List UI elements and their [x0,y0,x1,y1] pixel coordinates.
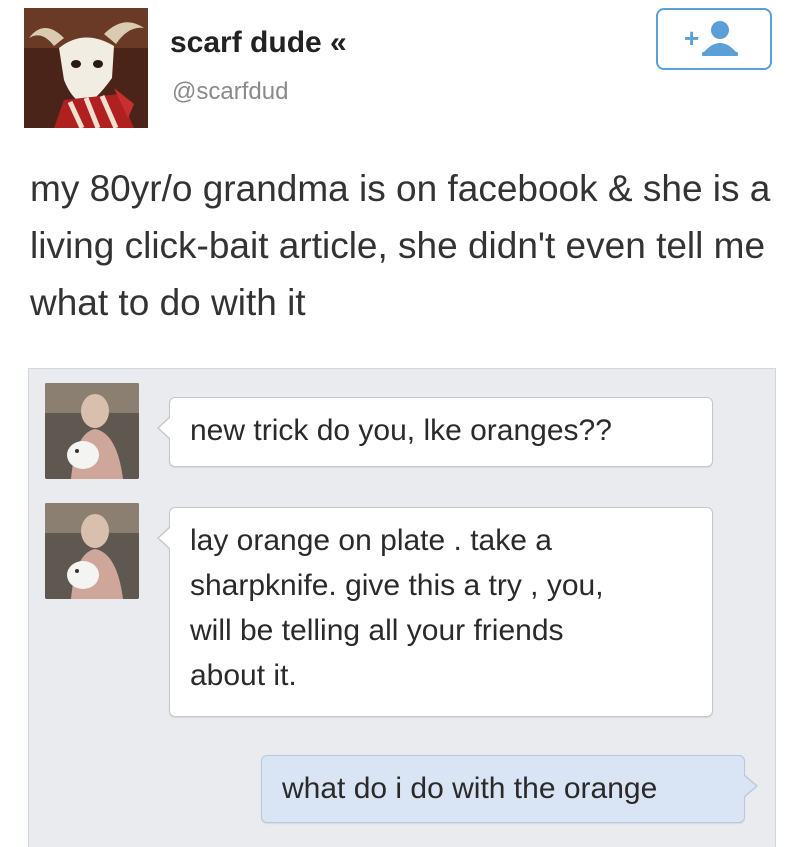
grandma-avatar [45,383,139,479]
chat-message: lay orange on plate . take a sharpknife.… [157,507,713,717]
display-name[interactable]: scarf dude « [170,26,347,60]
message-text: what do i do with the orange [282,772,658,805]
grandma-photo-icon [45,383,139,479]
chat-message: new trick do you, lke oranges?? [157,397,713,467]
message-text: lay orange on plate . take a sharpknife.… [190,524,604,692]
svg-text:+: + [684,23,699,53]
chat-screenshot: new trick do you, lke oranges?? lay oran… [28,368,776,847]
add-user-icon: + [684,21,738,56]
grandma-avatar [45,503,139,599]
profile-avatar[interactable] [24,8,148,128]
message-text: new trick do you, lke oranges?? [190,414,612,447]
user-handle[interactable]: @scarfdud [172,78,288,106]
tweet-text: my 80yr/o grandma is on facebook & she i… [30,168,771,323]
goat-avatar-image [24,8,148,128]
grandma-photo-icon [45,503,139,599]
follow-button[interactable]: + [656,8,772,70]
chat-reply: what do i do with the orange [261,755,758,823]
